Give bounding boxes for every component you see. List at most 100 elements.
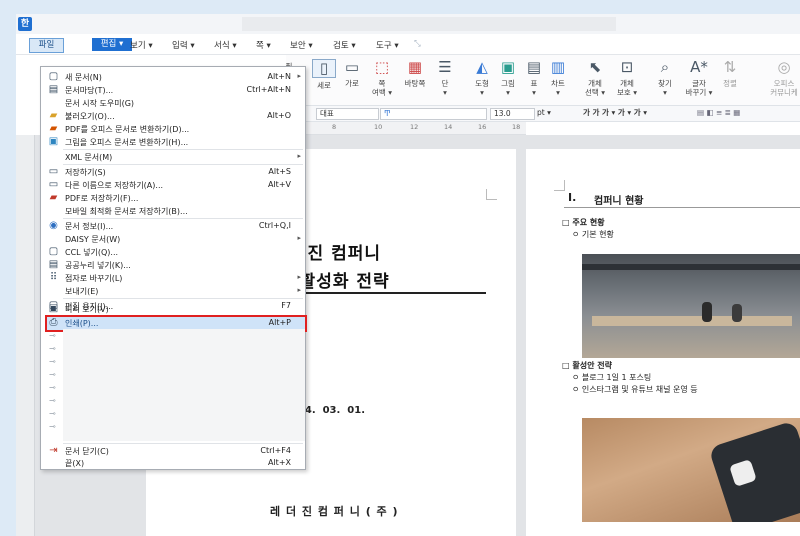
new-document-icon: ▢ <box>48 71 59 82</box>
pdf-save-icon: ▰ <box>49 192 58 203</box>
ribbon-landscape-button[interactable]: ▭ 가로 <box>340 59 364 89</box>
menu-item-xml[interactable]: XML 문서(M) ▸ <box>41 151 305 163</box>
menu-edit[interactable]: 편집 ▾ <box>92 38 132 51</box>
ribbon-column-button[interactable]: ☰ 단 ▾ <box>434 59 456 98</box>
horizontal-ruler[interactable]: 8 10 12 14 16 18 <box>286 122 526 135</box>
recent-file-slot[interactable]: ⊸ <box>41 357 305 370</box>
menu-review[interactable]: 검토 ▾ <box>333 39 356 51</box>
ribbon-picture-button[interactable]: ▣ 그림 ▾ <box>496 58 520 98</box>
menu-item-save-mobile[interactable]: 모바일 최적화 문서로 저장하기(B)... <box>41 205 305 217</box>
ruler-mark: 10 <box>374 123 383 131</box>
recent-file-slot[interactable]: ⊸ <box>41 396 305 409</box>
menu-tools[interactable]: 도구 ▾ <box>376 39 399 51</box>
ribbon-shape-button[interactable]: ◭ 도형 ▾ <box>470 58 494 98</box>
menu-item-open[interactable]: ▰ 불러오기(O)... Alt+O <box>41 110 305 122</box>
info-icon: ◉ <box>49 220 58 231</box>
menu-item-braille[interactable]: ⠿ 점자로 바꾸기(L) ▸ <box>41 272 305 284</box>
menu-separator <box>63 218 303 219</box>
vertical-ruler[interactable] <box>16 135 35 536</box>
ribbon-label: 단 ▾ <box>441 79 449 97</box>
menu-item-new[interactable]: ▢ 새 문서(N) Alt+N ▸ <box>41 71 305 83</box>
menu-item-template[interactable]: ▤ 문서마당(T)... Ctrl+Alt+N <box>41 84 305 96</box>
menu-item-start-helper[interactable]: 문서 시작 도우미(G) <box>41 97 305 109</box>
font-value: Ͳ <box>384 109 391 118</box>
menu-security[interactable]: 보안 ▾ <box>290 39 313 51</box>
submenu-arrow-icon: ▸ <box>297 152 301 160</box>
printer-icon: ⎙ <box>49 317 58 328</box>
menu-item-send[interactable]: 보내기(E) ▸ <box>41 285 305 297</box>
menu-item-save-as[interactable]: ▭ 다른 이름으로 저장하기(A)... Alt+V <box>41 179 305 191</box>
menu-item-ccl[interactable]: ▢ CCL 넣기(Q)... <box>41 246 305 258</box>
shape-icon: ◭ <box>476 58 488 76</box>
section-title: 컴퍼니 현황 <box>594 196 644 207</box>
ribbon-sort-button[interactable]: ⇅ 정렬 <box>718 58 742 89</box>
ribbon-portrait-button[interactable]: ▯ 세로 <box>312 59 336 90</box>
menu-item-close[interactable]: ⇥ 문서 닫기(C) Ctrl+F4 <box>41 445 305 457</box>
menu-page[interactable]: 쪽 ▾ <box>256 39 271 51</box>
menu-view[interactable]: 보기 ▾ <box>130 39 153 51</box>
menu-item-kogl[interactable]: ▤ 공공누리 넣기(K)... <box>41 259 305 271</box>
menu-item-save[interactable]: ▭ 저장하기(S) Alt+S <box>41 166 305 178</box>
recent-file-slot[interactable]: ⊸ <box>41 370 305 383</box>
hangul-logo-icon[interactable]: 한 <box>18 17 32 31</box>
ribbon-table-button[interactable]: ▤ 표 ▾ <box>522 58 546 98</box>
menu-item-exit[interactable]: 끝(X) Alt+X <box>41 457 305 469</box>
ribbon-office-comm-button[interactable]: ◎ 오피스 커뮤니케 <box>766 59 800 98</box>
chart-icon: ▥ <box>550 58 566 76</box>
font-size-value: 13.0 <box>494 109 511 118</box>
doc-bullet-2: ㅇ 블로그 1일 1 포스팅 <box>572 373 652 382</box>
menu-item-shortcut: Alt+S <box>268 167 291 176</box>
menu-item-print[interactable]: ⎙ 인쇄(P)... Alt+P <box>41 317 305 329</box>
ribbon-protect-object-button[interactable]: ⊡ 개체 보호 ▾ <box>612 59 642 98</box>
menu-item-preview[interactable]: ▣ 미리 보기(V) <box>41 303 305 315</box>
style-combo[interactable]: 대표 <box>316 108 379 120</box>
menu-item-daisy[interactable]: DAISY 문서(W) ▸ <box>41 233 305 245</box>
ribbon-label: 개체 보호 ▾ <box>617 79 637 97</box>
ribbon-label: 쪽 여백 ▾ <box>372 79 392 97</box>
ruler-mark: 16 <box>478 123 487 131</box>
ribbon-find-button[interactable]: ⌕ 찾기 ▾ <box>652 58 678 98</box>
menu-item-doc-info[interactable]: ◉ 문서 정보(I)... Ctrl+Q,I <box>41 220 305 232</box>
menu-item-image-convert[interactable]: ▣ 그림을 오피스 문서로 변환하기(H)... <box>41 136 305 148</box>
menu-item-pdf-convert[interactable]: ▰ PDF를 오피스 문서로 변환하기(D)... <box>41 123 305 135</box>
doc-heading-2: □ 활성안 전략 <box>562 361 612 370</box>
unit-value: pt ▾ <box>537 108 551 117</box>
ribbon-margin-button[interactable]: ⬚ 쪽 여백 ▾ <box>368 59 396 98</box>
recent-file-slot[interactable]: ⊸ <box>41 422 305 435</box>
ribbon-label: 개체 선택 ▾ <box>585 79 605 97</box>
ribbon-chart-button[interactable]: ▥ 차트 ▾ <box>546 58 570 98</box>
doc-bullet-1: ㅇ 기본 현황 <box>572 230 614 239</box>
recent-file-slot[interactable]: ⊸ <box>41 409 305 422</box>
menu-format[interactable]: 서식 ▾ <box>214 39 237 51</box>
char-format-buttons[interactable]: 가 가 가 ▾ 가 ▾ 가 ▾ <box>580 108 683 118</box>
ribbon-masterpage-button[interactable]: ▦ 바탕쪽 <box>400 59 430 89</box>
submenu-arrow-icon: ▸ <box>297 72 301 80</box>
page-corner-mark <box>486 189 497 200</box>
font-combo[interactable]: Ͳ <box>380 108 487 120</box>
save-icon: ▭ <box>48 166 59 177</box>
ribbon-label: 가로 <box>345 79 359 88</box>
menu-insert[interactable]: 입력 ▾ <box>172 39 195 51</box>
pin-icon: ⊸ <box>49 331 56 340</box>
ribbon-label: 세로 <box>317 81 331 90</box>
menu-item-shortcut: Alt+P <box>268 318 291 327</box>
picture-icon: ▣ <box>500 58 516 76</box>
app-window: 한 파일 편집 ▾ 보기 ▾ 입력 ▾ 서식 ▾ 쪽 ▾ 보안 ▾ 검토 ▾ 도… <box>16 14 800 536</box>
recent-file-slot[interactable]: ⊸ <box>41 344 305 357</box>
sort-icon: ⇅ <box>723 58 737 76</box>
binoculars-icon: ⌕ <box>660 58 670 76</box>
ribbon-select-object-button[interactable]: ⬉ 개체 선택 ▾ <box>580 59 610 98</box>
recent-file-slot[interactable]: ⊸ <box>41 383 305 396</box>
ruler-mark: 12 <box>410 123 419 131</box>
menu-file[interactable]: 파일 <box>29 38 64 53</box>
table-icon: ▤ <box>526 58 542 76</box>
ribbon-toolbar: 필 ▯세로 ▭가로 ⬚쪽 여백 ▾ ▦바탕쪽 ☰단 ▾ ◭도형 ▾ ▣그림 ▾ … <box>286 55 800 106</box>
menu-item-save-pdf[interactable]: ▰ PDF로 저장하기(F)... <box>41 192 305 204</box>
unit-combo[interactable]: pt ▾ <box>534 108 565 118</box>
ribbon-replace-button[interactable]: A* 글자 바꾸기 ▾ <box>682 59 716 98</box>
doc-bullet-3: ㅇ 인스타그램 및 유튜브 채널 운영 등 <box>572 385 698 394</box>
expand-icon[interactable]: ⤡ <box>414 39 421 49</box>
recent-file-slot[interactable]: ⊸ <box>41 331 305 344</box>
align-buttons[interactable]: ▤ ◧ ≡ ≣ ▦ <box>694 108 800 118</box>
font-size-combo[interactable]: 13.0 <box>490 108 535 120</box>
